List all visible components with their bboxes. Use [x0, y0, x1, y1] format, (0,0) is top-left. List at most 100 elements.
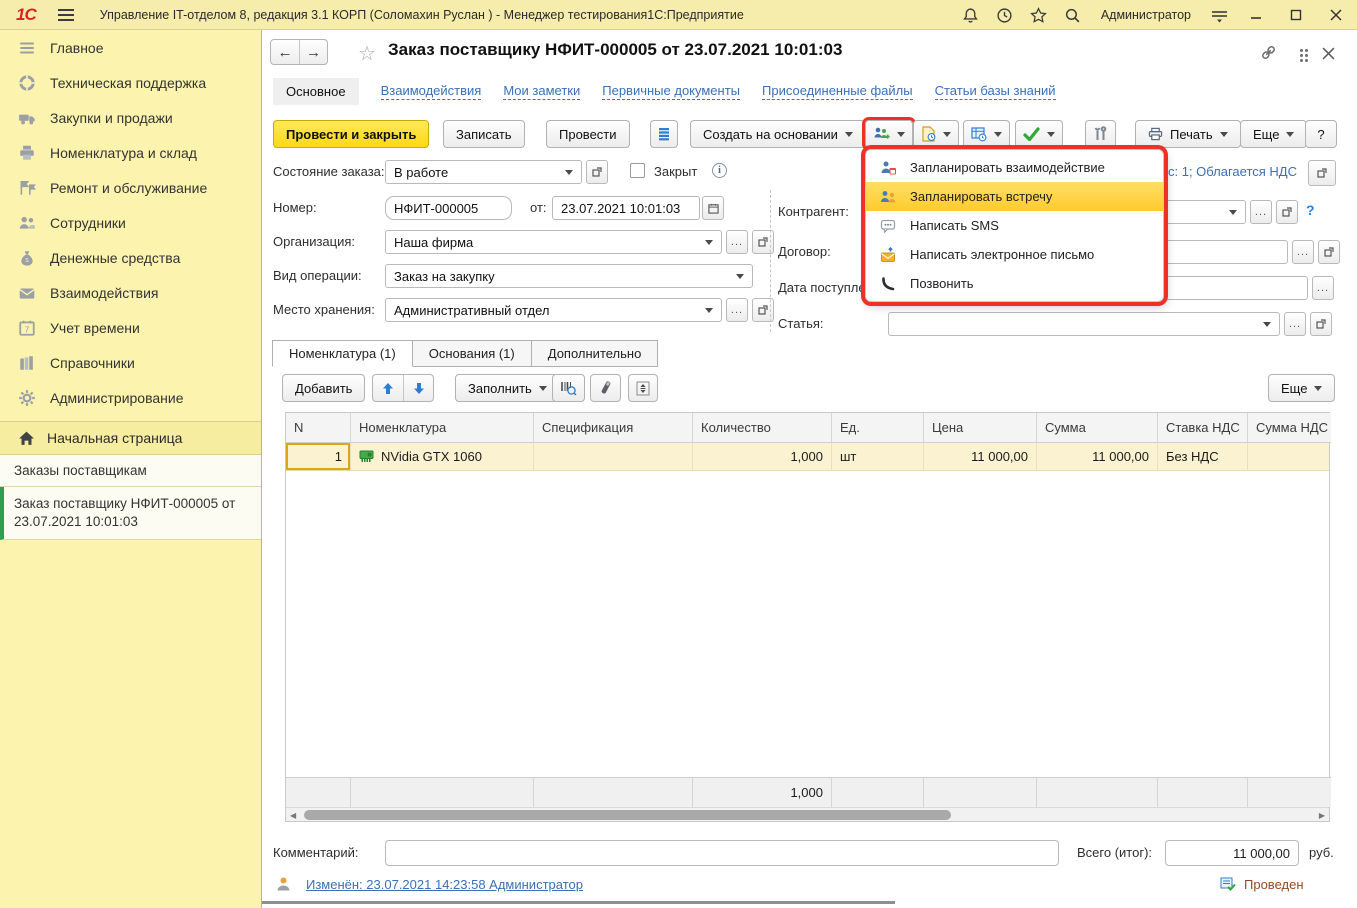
sidebar-item-employees[interactable]: Сотрудники [0, 205, 261, 240]
tab-additional[interactable]: Дополнительно [531, 340, 659, 367]
close-document-icon[interactable] [1318, 43, 1338, 63]
print-button[interactable]: Печать [1135, 120, 1241, 148]
service-tools-button[interactable] [1085, 120, 1116, 148]
plan-interaction-menu-button[interactable] [865, 120, 913, 148]
post-button[interactable]: Провести [546, 120, 630, 148]
close-app-button[interactable] [1323, 5, 1349, 25]
table-horizontal-scrollbar[interactable]: ◀ ▶ [286, 807, 1329, 821]
storage-select-button[interactable]: ... [726, 298, 748, 322]
cell-unit[interactable]: шт [832, 443, 924, 470]
article-open-button[interactable] [1310, 312, 1332, 336]
cell-sum[interactable]: 11 000,00 [1037, 443, 1158, 470]
menu-item-write-email[interactable]: Написать электронное письмо [866, 240, 1163, 269]
sidebar-item-administration[interactable]: Администрирование [0, 380, 261, 415]
tab-main[interactable]: Основное [273, 78, 359, 105]
counterparty-open-button[interactable] [1276, 200, 1298, 224]
sidebar-item-time-tracking[interactable]: 7 Учет времени [0, 310, 261, 345]
history-icon[interactable] [995, 5, 1015, 25]
storage-field[interactable]: Административный отдел [385, 298, 722, 322]
table-more-button[interactable]: Еще [1268, 374, 1335, 402]
sidebar-item-money[interactable]: s Денежные средства [0, 240, 261, 275]
row-height-button[interactable] [628, 374, 658, 402]
more-actions-kebab-icon[interactable] [1294, 45, 1314, 65]
main-menu-icon[interactable] [58, 9, 74, 21]
tab-knowledge-base[interactable]: Статьи базы знаний [935, 83, 1056, 100]
sidebar-item-purchases-sales[interactable]: Закупки и продажи [0, 100, 261, 135]
contract-open-button[interactable] [1318, 240, 1340, 264]
notifications-bell-icon[interactable] [961, 5, 981, 25]
vat-open-button[interactable] [1308, 160, 1336, 186]
currency-vat-info-link[interactable]: с: 1; Облагается НДС [1160, 164, 1297, 179]
service-menu-icon[interactable] [1209, 5, 1229, 25]
article-field[interactable] [888, 312, 1280, 336]
modified-link[interactable]: Изменён: 23.07.2021 14:23:58 Администрат… [306, 877, 583, 892]
favorites-star-icon[interactable] [1029, 5, 1049, 25]
menu-item-write-sms[interactable]: Написать SMS [866, 211, 1163, 240]
get-link-icon[interactable] [1258, 42, 1278, 62]
sidebar-item-main[interactable]: Главное [0, 30, 261, 65]
check-menu-button[interactable] [1015, 120, 1063, 148]
sidebar-window-orders-list[interactable]: Заказы поставщикам [0, 455, 261, 487]
cell-vat-rate[interactable]: Без НДС [1158, 443, 1248, 470]
tab-interactions[interactable]: Взаимодействия [381, 83, 482, 100]
col-header-unit[interactable]: Ед. [832, 413, 924, 443]
planned-doc-menu-button[interactable] [913, 120, 959, 148]
col-header-vat-rate[interactable]: Ставка НДС [1158, 413, 1248, 443]
cell-quantity[interactable]: 1,000 [693, 443, 832, 470]
write-button[interactable]: Записать [443, 120, 525, 148]
tab-attached-files[interactable]: Присоединенные файлы [762, 83, 913, 100]
bottom-scrollbar[interactable] [262, 901, 895, 904]
current-user[interactable]: Администратор [1101, 8, 1191, 22]
maximize-button[interactable] [1283, 5, 1309, 25]
operation-type-field[interactable]: Заказ на закупку [385, 264, 753, 288]
menu-item-call[interactable]: Позвонить [866, 269, 1163, 298]
cell-specification[interactable] [534, 443, 693, 470]
organization-field[interactable]: Наша фирма [385, 230, 722, 254]
cell-vat-sum[interactable] [1248, 443, 1331, 470]
cell-n[interactable]: 1 [286, 443, 351, 470]
back-button[interactable]: ← [271, 40, 299, 64]
col-header-nomenclature[interactable]: Номенклатура [351, 413, 534, 443]
scanner-button[interactable] [590, 374, 621, 402]
add-row-button[interactable]: Добавить [282, 374, 365, 402]
move-up-button[interactable] [373, 375, 403, 401]
number-field[interactable]: НФИТ-000005 [385, 196, 512, 220]
posting-results-button[interactable] [650, 120, 678, 148]
menu-item-plan-interaction[interactable]: Запланировать взаимодействие [866, 153, 1163, 182]
col-header-quantity[interactable]: Количество [693, 413, 832, 443]
cell-nomenclature[interactable]: NVidia GTX 1060 [351, 443, 534, 470]
sidebar-item-support[interactable]: Техническая поддержка [0, 65, 261, 100]
cell-price[interactable]: 11 000,00 [924, 443, 1037, 470]
tab-primary-documents[interactable]: Первичные документы [602, 83, 740, 100]
organization-select-button[interactable]: ... [726, 230, 748, 254]
fill-button[interactable]: Заполнить [455, 374, 560, 402]
comment-input[interactable] [385, 840, 1059, 866]
article-select-button[interactable]: ... [1284, 312, 1306, 336]
scrollbar-thumb[interactable] [304, 810, 951, 820]
barcode-search-button[interactable] [552, 374, 585, 402]
date-field[interactable]: 23.07.2021 10:01:03 [552, 196, 700, 220]
table-row[interactable]: 1 NVidia GTX 1060 1,000 шт 11 000,00 11 … [286, 443, 1329, 471]
date-calendar-button[interactable] [702, 196, 724, 220]
sidebar-window-current-order[interactable]: Заказ поставщику НФИТ-000005 от 23.07.20… [0, 487, 261, 540]
col-header-specification[interactable]: Спецификация [534, 413, 693, 443]
sidebar-item-interactions[interactable]: Взаимодействия [0, 275, 261, 310]
create-based-on-button[interactable]: Создать на основании [690, 120, 866, 148]
closed-checkbox[interactable] [630, 163, 645, 178]
move-down-button[interactable] [403, 375, 433, 401]
total-value[interactable]: 11 000,00 [1165, 840, 1299, 866]
help-button[interactable]: ? [1305, 120, 1337, 148]
counterparty-select-button[interactable]: ... [1250, 200, 1272, 224]
col-header-vat-sum[interactable]: Сумма НДС [1248, 413, 1331, 443]
col-header-n[interactable]: N [286, 413, 351, 443]
more-button[interactable]: Еще [1240, 120, 1307, 148]
sidebar-home-page[interactable]: Начальная страница [0, 421, 261, 455]
info-icon[interactable]: i [712, 163, 727, 178]
post-and-close-button[interactable]: Провести и закрыть [273, 120, 429, 148]
minimize-button[interactable] [1243, 5, 1269, 25]
receipt-date-select-button[interactable]: ... [1312, 276, 1334, 300]
contract-select-button[interactable]: ... [1292, 240, 1314, 264]
state-field[interactable]: В работе [385, 160, 582, 184]
tab-my-notes[interactable]: Мои заметки [503, 83, 580, 100]
tab-basis[interactable]: Основания (1) [412, 340, 532, 367]
